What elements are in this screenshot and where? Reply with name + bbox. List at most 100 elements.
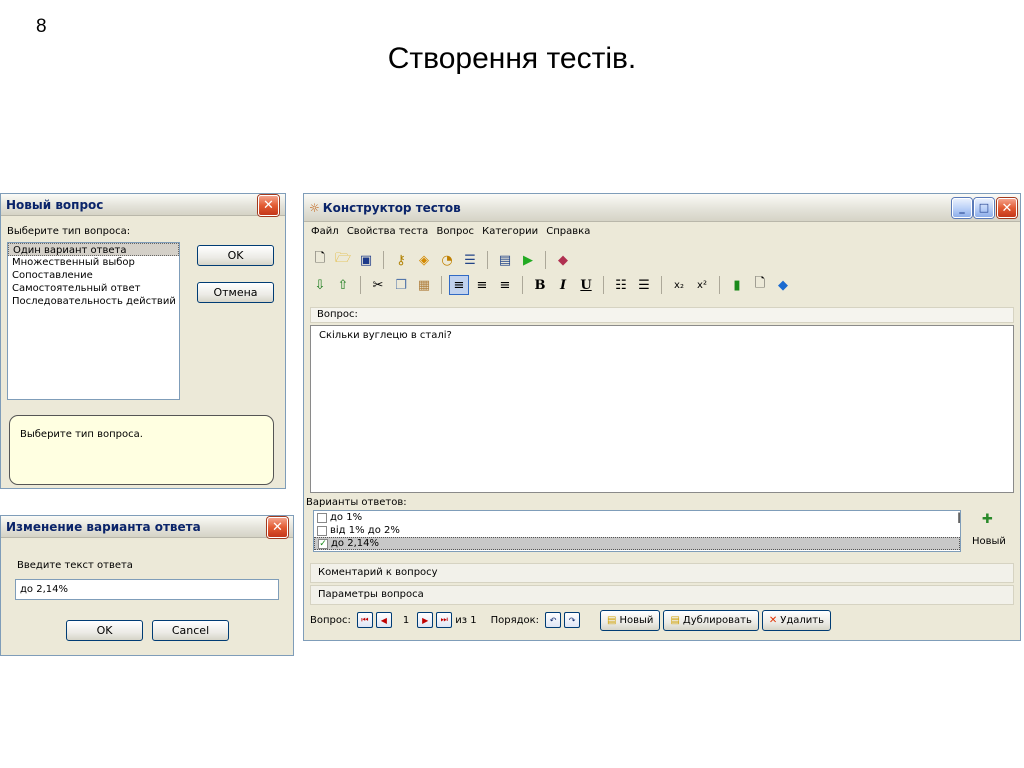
prev-icon[interactable]: ◀ xyxy=(375,612,392,628)
separator xyxy=(603,276,604,294)
slide-number: 8 xyxy=(36,16,47,37)
toolbar-format: ⇩ ⇧ ✂ ❐ ▦ ≡ ≡ ≡ B I U ☷ ☰ x₂ x² ▮ 🗋 ◆ xyxy=(310,273,1014,297)
navigation-bar: Вопрос: ⏮ ◀ 1 ▶ ⏭ из 1 Порядок: ↶ ↷ ▤ Нов… xyxy=(310,607,1014,633)
open-folder-icon[interactable]: 🗁 xyxy=(333,250,353,270)
list-item[interactable]: Сопоставление xyxy=(8,269,179,282)
new-answer-icon[interactable]: ✚ xyxy=(982,512,993,527)
cancel-button[interactable]: Отмена xyxy=(197,282,274,303)
list-icon[interactable]: ☰ xyxy=(460,250,480,270)
comment-panel[interactable]: Коментарий к вопросу xyxy=(310,563,1014,583)
answers-label: Варианты ответов: xyxy=(306,497,407,508)
answer-text-input[interactable]: до 2,14% xyxy=(15,579,279,600)
align-center-icon[interactable]: ≡ xyxy=(472,275,492,295)
new-question-label: Новый xyxy=(619,614,654,626)
new-question-dialog: Новый вопрос ✕ Выберите тип вопроса: Оди… xyxy=(0,193,286,489)
list-item[interactable]: Последовательность действий xyxy=(8,295,179,308)
bold-icon[interactable]: B xyxy=(530,275,550,295)
ok-button[interactable]: OK xyxy=(197,245,274,266)
numbered-list-icon[interactable]: ☰ xyxy=(634,275,654,295)
main-titlebar: ☼ Конструктор тестов xyxy=(304,194,1020,222)
minimize-icon[interactable]: _ xyxy=(952,198,972,218)
answer-checkbox[interactable] xyxy=(317,512,327,523)
clock-icon[interactable]: ◔ xyxy=(437,250,457,270)
save-icon[interactable]: ▣ xyxy=(356,250,376,270)
close-icon[interactable]: ✕ xyxy=(997,198,1017,218)
answer-text-prompt: Введите текст ответа xyxy=(17,560,133,571)
test-constructor-window: ☼ Конструктор тестов _ □ ✕ Файл Свойства … xyxy=(303,193,1021,641)
separator xyxy=(719,276,720,294)
align-left-icon[interactable]: ≡ xyxy=(449,275,469,295)
superscript-icon[interactable]: x² xyxy=(692,275,712,295)
book-icon[interactable]: ◆ xyxy=(553,250,573,270)
order-label: Порядок: xyxy=(490,614,540,626)
total-questions: из 1 xyxy=(455,614,477,626)
delete-icon: ✕ xyxy=(768,614,778,626)
last-icon[interactable]: ⏭ xyxy=(436,612,453,628)
ok-button[interactable]: OK xyxy=(66,620,143,641)
answer-checkbox[interactable]: ✓ xyxy=(318,538,328,549)
align-right-icon[interactable]: ≡ xyxy=(495,275,515,295)
list-item[interactable]: Самостоятельный ответ xyxy=(8,282,179,295)
answer-text: від 1% до 2% xyxy=(330,525,400,536)
question-type-list[interactable]: Один вариант ответа Множественный выбор … xyxy=(7,242,180,400)
question-label: Вопрос: xyxy=(310,307,1014,323)
list-item[interactable]: Множественный выбор xyxy=(8,256,179,269)
undo-icon[interactable]: ↶ xyxy=(545,612,562,628)
hint-box: Выберите тип вопроса. xyxy=(9,415,274,485)
note-icon: ▤ xyxy=(607,614,617,626)
question-params-panel[interactable]: Параметры вопроса xyxy=(310,585,1014,605)
answer-text: до 1% xyxy=(330,512,363,523)
italic-icon[interactable]: I xyxy=(553,275,573,295)
app-icon: ☼ xyxy=(309,201,320,215)
menu-bar: Файл Свойства теста Вопрос Категории Спр… xyxy=(304,223,1020,241)
chart-icon[interactable]: ▮ xyxy=(727,275,747,295)
first-icon[interactable]: ⏮ xyxy=(356,612,373,628)
paste-icon[interactable]: ▦ xyxy=(414,275,434,295)
underline-icon[interactable]: U xyxy=(576,275,596,295)
question-text-editor[interactable]: Скільки вуглецю в сталі? xyxy=(310,325,1014,493)
separator xyxy=(360,276,361,294)
dialog-title: Изменение варианта ответа xyxy=(6,520,201,534)
export-icon[interactable]: ⇧ xyxy=(333,275,353,295)
answer-checkbox[interactable] xyxy=(317,525,327,536)
import-icon[interactable]: ⇩ xyxy=(310,275,330,295)
key-icon[interactable]: ⚷ xyxy=(391,250,411,270)
nav-question-label: Вопрос: xyxy=(310,614,351,626)
close-icon[interactable]: ✕ xyxy=(258,195,279,216)
copy-icon[interactable]: ❐ xyxy=(391,275,411,295)
new-question-button[interactable]: ▤ Новый xyxy=(600,609,661,631)
menu-file[interactable]: Файл xyxy=(311,226,339,237)
menu-categories[interactable]: Категории xyxy=(482,226,538,237)
form-icon[interactable]: ▤ xyxy=(495,250,515,270)
subscript-icon[interactable]: x₂ xyxy=(669,275,689,295)
toolbar-main: 🗋 🗁 ▣ ⚷ ◈ ◔ ☰ ▤ ▶ ◆ xyxy=(310,248,1014,272)
answers-list[interactable]: до 1% від 1% до 2% ✓ до 2,14% xyxy=(313,510,961,552)
delete-button[interactable]: ✕ Удалить xyxy=(761,609,832,631)
duplicate-button[interactable]: ▤ Дублировать xyxy=(663,609,759,631)
next-icon[interactable]: ▶ xyxy=(417,612,434,628)
page-icon[interactable]: 🗋 xyxy=(750,275,770,295)
list-item[interactable]: до 1% xyxy=(314,511,960,524)
list-item[interactable]: від 1% до 2% xyxy=(314,524,960,537)
cancel-button[interactable]: Cancel xyxy=(152,620,229,641)
list-item[interactable]: ✓ до 2,14% xyxy=(314,537,960,550)
duplicate-label: Дублировать xyxy=(682,614,752,626)
cube-icon[interactable]: ◆ xyxy=(773,275,793,295)
separator xyxy=(522,276,523,294)
redo-icon[interactable]: ↷ xyxy=(564,612,581,628)
diamond-icon[interactable]: ◈ xyxy=(414,250,434,270)
menu-test-properties[interactable]: Свойства теста xyxy=(347,226,428,237)
maximize-icon[interactable]: □ xyxy=(974,198,994,218)
new-answer-button[interactable]: Новый xyxy=(972,536,1006,547)
cut-icon[interactable]: ✂ xyxy=(368,275,388,295)
separator xyxy=(383,251,384,269)
menu-question[interactable]: Вопрос xyxy=(436,226,473,237)
play-icon[interactable]: ▶ xyxy=(518,250,538,270)
new-file-icon[interactable]: 🗋 xyxy=(310,250,330,270)
menu-help[interactable]: Справка xyxy=(546,226,590,237)
separator xyxy=(661,276,662,294)
note-icon: ▤ xyxy=(670,614,680,626)
close-icon[interactable]: ✕ xyxy=(267,517,288,538)
bullet-list-icon[interactable]: ☷ xyxy=(611,275,631,295)
list-item[interactable]: Один вариант ответа xyxy=(8,243,179,256)
